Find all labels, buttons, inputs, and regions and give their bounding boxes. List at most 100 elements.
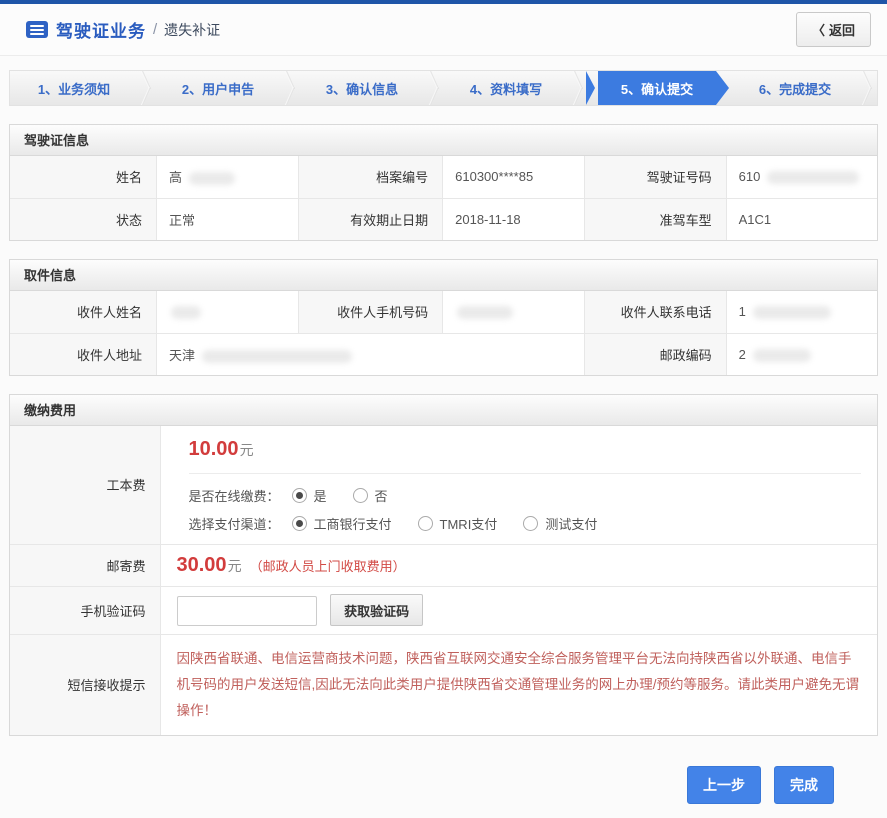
mail-fee-amount: 30.00: [177, 554, 227, 576]
step-3-confirm-info[interactable]: 3、确认信息: [298, 71, 426, 105]
radio-icon[interactable]: [418, 516, 433, 531]
mail-fee-unit: 元: [228, 558, 242, 574]
channel-option-test[interactable]: 测试支付: [523, 514, 597, 533]
vehicle-class-value: A1C1: [726, 198, 877, 240]
online-pay-row: 是否在线缴费： 是 否: [189, 486, 862, 505]
step-bar-filler: [875, 71, 877, 105]
redacted-blur: [753, 349, 811, 362]
license-info-table: 姓名 高 档案编号 610300****85 驾驶证号码 610 状态 正常 有…: [10, 156, 877, 240]
table-row: 短信接收提示 因陕西省联通、电信运营商技术问题，陕西省互联网交通安全综合服务管理…: [10, 634, 877, 735]
table-row: 收件人地址 天津 邮政编码 2: [10, 333, 877, 375]
radio-label: TMRI支付: [440, 514, 498, 533]
recipient-address-value: 天津: [157, 333, 585, 375]
mail-fee-label: 邮寄费: [10, 544, 160, 586]
sms-code-cell: 获取验证码: [160, 586, 877, 634]
list-icon: [26, 21, 48, 38]
get-code-button[interactable]: 获取验证码: [330, 594, 423, 626]
redacted-blur: [457, 306, 513, 319]
page-title: 驾驶证业务: [56, 17, 146, 42]
sms-code-label: 手机验证码: [10, 586, 160, 634]
postcode-value: 2: [726, 333, 877, 375]
table-row: 收件人姓名 收件人手机号码 收件人联系电话 1: [10, 291, 877, 333]
redacted-blur: [753, 306, 831, 319]
work-fee-amount-line: 10.00元: [189, 438, 862, 461]
license-no-value: 610: [726, 156, 877, 198]
footer-actions: 上一步 完成: [0, 766, 887, 804]
work-fee-unit: 元: [240, 442, 254, 458]
mail-fee-note: （邮政人员上门收取费用）: [250, 559, 406, 574]
table-row: 状态 正常 有效期止日期 2018-11-18 准驾车型 A1C1: [10, 198, 877, 240]
expire-value: 2018-11-18: [443, 198, 585, 240]
work-fee-cell: 10.00元 是否在线缴费： 是 否: [160, 426, 877, 544]
step-2-declaration[interactable]: 2、用户申告: [154, 71, 282, 105]
previous-step-button[interactable]: 上一步: [687, 766, 761, 804]
breadcrumb-separator: /: [153, 21, 157, 38]
step-6-finish-submit[interactable]: 6、完成提交: [731, 71, 859, 105]
license-section-title: 驾驶证信息: [10, 125, 877, 156]
chevron-separator-icon: [859, 71, 875, 105]
header: 驾驶证业务 / 遗失补证 〈 返回: [0, 4, 887, 56]
page-subtitle: 遗失补证: [164, 20, 220, 40]
sms-tip-label: 短信接收提示: [10, 634, 160, 735]
fees-section: 缴纳费用 工本费 10.00元 是否在线缴费： 是: [9, 394, 878, 736]
step-5-confirm-submit[interactable]: 5、确认提交: [598, 71, 716, 105]
finish-button[interactable]: 完成: [774, 766, 834, 804]
table-row: 手机验证码 获取验证码: [10, 586, 877, 634]
mail-fee-cell: 30.00元 （邮政人员上门收取费用）: [160, 544, 877, 586]
redacted-blur: [767, 171, 859, 184]
back-button[interactable]: 〈 返回: [796, 12, 871, 47]
pickup-info-table: 收件人姓名 收件人手机号码 收件人联系电话 1 收件人地址 天津 邮政编码 2: [10, 291, 877, 375]
redacted-blur: [189, 172, 235, 185]
license-no-label: 驾驶证号码: [585, 156, 726, 198]
recipient-name-value: [157, 291, 299, 333]
vehicle-class-label: 准驾车型: [585, 198, 726, 240]
recipient-address-label: 收件人地址: [10, 333, 157, 375]
recipient-mobile-label: 收件人手机号码: [299, 291, 443, 333]
chevron-separator-icon: [426, 71, 442, 105]
sms-code-input[interactable]: [177, 596, 317, 626]
pay-channel-question: 选择支付渠道：: [189, 514, 280, 533]
online-pay-option-no[interactable]: 否: [353, 486, 388, 505]
postcode-label: 邮政编码: [585, 333, 726, 375]
channel-option-icbc[interactable]: 工商银行支付: [292, 514, 392, 533]
chevron-separator-icon: [570, 71, 586, 105]
pickup-info-section: 取件信息 收件人姓名 收件人手机号码 收件人联系电话 1 收件人地址 天津 邮政…: [9, 259, 878, 376]
file-no-value: 610300****85: [443, 156, 585, 198]
channel-option-tmri[interactable]: TMRI支付: [418, 514, 498, 533]
chevron-separator-icon: [282, 71, 298, 105]
redacted-blur: [171, 306, 201, 319]
work-fee-label: 工本费: [10, 426, 160, 544]
file-no-label: 档案编号: [299, 156, 443, 198]
chevron-left-icon: 〈: [812, 20, 825, 39]
radio-icon[interactable]: [292, 516, 307, 531]
work-fee-amount: 10.00: [189, 438, 239, 460]
online-pay-question: 是否在线缴费：: [189, 486, 280, 505]
radio-icon[interactable]: [292, 488, 307, 503]
name-label: 姓名: [10, 156, 157, 198]
redacted-blur: [202, 350, 352, 363]
radio-label: 工商银行支付: [314, 514, 392, 533]
step-1-notice[interactable]: 1、业务须知: [10, 71, 138, 105]
expire-label: 有效期止日期: [299, 198, 443, 240]
online-pay-option-yes[interactable]: 是: [292, 486, 327, 505]
status-value: 正常: [157, 198, 299, 240]
radio-icon[interactable]: [523, 516, 538, 531]
sms-tip-cell: 因陕西省联通、电信运营商技术问题，陕西省互联网交通安全综合服务管理平台无法向持陕…: [160, 634, 877, 735]
table-row: 姓名 高 档案编号 610300****85 驾驶证号码 610: [10, 156, 877, 198]
recipient-mobile-value: [443, 291, 585, 333]
pay-channel-row: 选择支付渠道： 工商银行支付 TMRI支付 测试支付: [189, 514, 862, 533]
back-button-label: 返回: [829, 20, 855, 39]
breadcrumb: 驾驶证业务 / 遗失补证: [26, 17, 220, 42]
step-4-fill-data[interactable]: 4、资料填写: [442, 71, 570, 105]
recipient-phone-value: 1: [726, 291, 877, 333]
sms-tip-text: 因陕西省联通、电信运营商技术问题，陕西省互联网交通安全综合服务管理平台无法向持陕…: [161, 635, 878, 735]
table-row: 工本费 10.00元 是否在线缴费： 是: [10, 426, 877, 544]
radio-label: 是: [314, 486, 327, 505]
fees-section-title: 缴纳费用: [10, 395, 877, 426]
license-info-section: 驾驶证信息 姓名 高 档案编号 610300****85 驾驶证号码 610 状…: [9, 124, 878, 241]
page: 驾驶证业务 / 遗失补证 〈 返回 1、业务须知 2、用户申告 3、确认信息 4…: [0, 0, 887, 818]
name-value: 高: [157, 156, 299, 198]
fees-table: 工本费 10.00元 是否在线缴费： 是: [10, 426, 877, 735]
radio-icon[interactable]: [353, 488, 368, 503]
active-step-notch: [586, 71, 595, 105]
